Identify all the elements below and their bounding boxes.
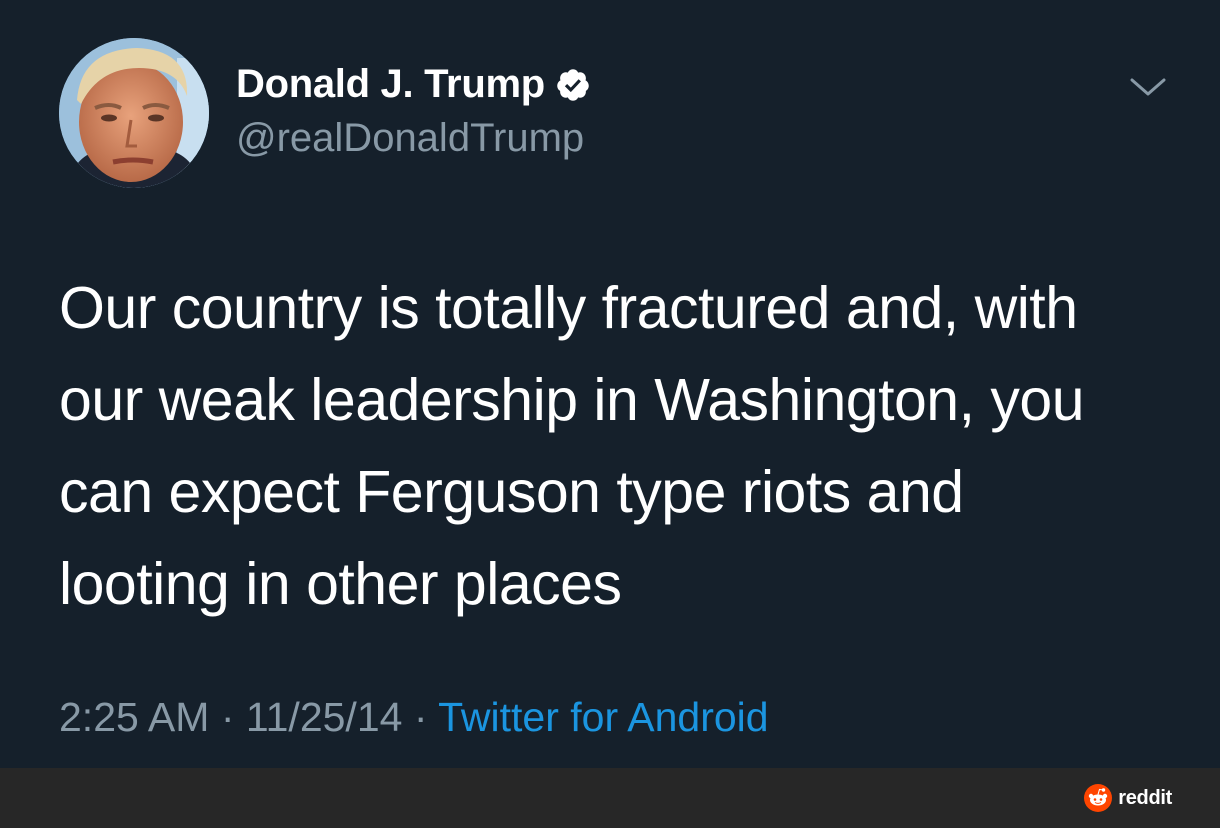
tweet-time[interactable]: 2:25 AM xyxy=(59,694,209,740)
tweet-metadata: 2:25 AM · 11/25/14 · Twitter for Android xyxy=(59,694,769,741)
tweet-date[interactable]: 11/25/14 xyxy=(246,694,403,740)
author-name-row[interactable]: Donald J. Trump xyxy=(236,62,591,107)
avatar-portrait-icon xyxy=(59,38,209,188)
metadata-separator: · xyxy=(402,694,439,740)
tweet-text: Our country is totally fractured and, wi… xyxy=(59,275,1085,617)
reddit-logo-icon xyxy=(1084,784,1113,812)
metadata-separator: · xyxy=(209,694,246,740)
author-display-name[interactable]: Donald J. Trump xyxy=(236,62,545,107)
verified-badge-icon xyxy=(555,67,591,103)
watermark-bar: reddit xyxy=(0,768,1220,828)
author-handle[interactable]: @realDonaldTrump xyxy=(236,116,584,161)
tweet-card: Donald J. Trump @realDonaldTrump Our cou… xyxy=(0,0,1220,768)
reddit-wordmark: reddit xyxy=(1118,786,1172,809)
tweet-source-link[interactable]: Twitter for Android xyxy=(438,694,768,740)
chevron-down-icon[interactable] xyxy=(1128,72,1168,102)
reddit-watermark: reddit xyxy=(1084,784,1172,812)
author-avatar[interactable] xyxy=(59,38,209,188)
